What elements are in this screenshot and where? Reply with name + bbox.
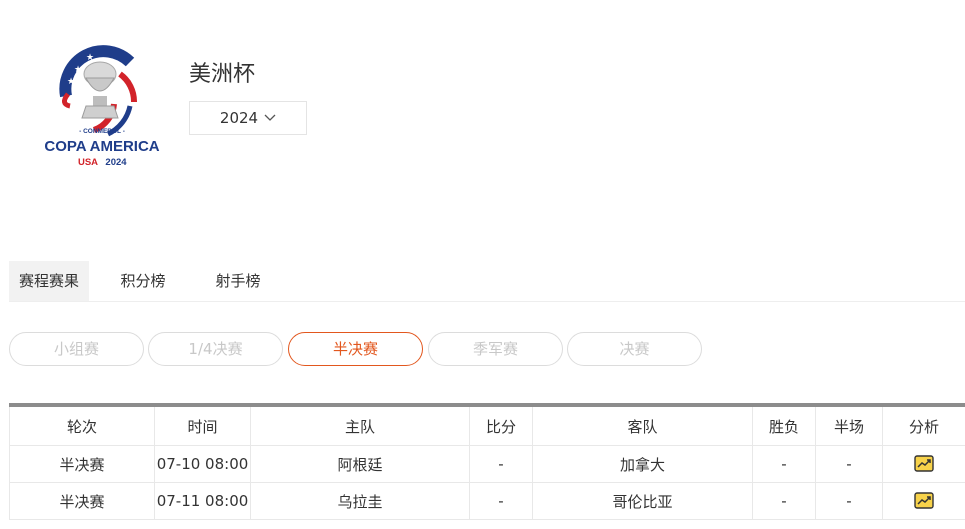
cell-home-team[interactable]: 阿根廷	[250, 445, 470, 483]
year-dropdown[interactable]: 2024	[189, 101, 307, 135]
stage-group[interactable]: 小组赛	[9, 332, 144, 366]
svg-text:★: ★	[86, 53, 94, 63]
stage-semifinal[interactable]: 半决赛	[288, 332, 423, 366]
trophy-logo-graphic: ★ ★ ★ - CONMEBOL - COPA AMERICA USA 2024	[44, 45, 160, 168]
table-row: 半决赛 07-11 08:00 乌拉圭 - 哥伦比亚 - -	[9, 482, 965, 520]
col-score: 比分	[469, 404, 533, 446]
cell-half: -	[815, 482, 883, 520]
stage-third-place[interactable]: 季军赛	[428, 332, 563, 366]
logo-year-text: 2024	[105, 157, 127, 168]
cell-round: 半决赛	[9, 445, 155, 483]
cell-score: -	[469, 445, 533, 483]
year-value: 2024	[219, 109, 259, 127]
col-half: 半场	[815, 404, 883, 446]
cell-analysis	[882, 445, 965, 483]
stage-quarterfinal[interactable]: 1/4决赛	[148, 332, 283, 366]
col-analysis: 分析	[882, 404, 965, 446]
cell-away-team[interactable]: 哥伦比亚	[532, 482, 753, 520]
col-round: 轮次	[9, 404, 155, 446]
cell-analysis	[882, 482, 965, 520]
table-header-row: 轮次 时间 主队 比分 客队 胜负 半场 分析	[9, 404, 965, 446]
table-row: 半决赛 07-10 08:00 阿根廷 - 加拿大 - -	[9, 445, 965, 483]
schedule-table: 轮次 时间 主队 比分 客队 胜负 半场 分析 半决赛 07-10 08:00 …	[9, 403, 965, 520]
svg-text:★: ★	[67, 77, 75, 87]
cell-result: -	[752, 482, 816, 520]
chart-icon[interactable]	[914, 455, 934, 473]
col-result: 胜负	[752, 404, 816, 446]
col-home: 主队	[250, 404, 470, 446]
logo-org-text: - CONMEBOL -	[79, 128, 125, 135]
cell-round: 半决赛	[9, 482, 155, 520]
logo-country-text: USA	[78, 157, 98, 168]
chevron-down-icon	[264, 114, 276, 121]
cell-score: -	[469, 482, 533, 520]
copa-america-logo: ★ ★ ★ - CONMEBOL - COPA AMERICA USA 2024	[38, 34, 166, 170]
tab-top-scorers[interactable]: 射手榜	[205, 261, 271, 301]
cell-half: -	[815, 445, 883, 483]
cell-time: 07-10 08:00	[154, 445, 251, 483]
tab-standings[interactable]: 积分榜	[109, 261, 177, 301]
svg-text:★: ★	[74, 65, 82, 75]
chart-icon[interactable]	[914, 492, 934, 510]
col-away: 客队	[532, 404, 753, 446]
logo-name-text: COPA AMERICA	[44, 138, 159, 155]
cell-away-team[interactable]: 加拿大	[532, 445, 753, 483]
main-tabs: 赛程赛果 积分榜 射手榜	[9, 261, 965, 302]
stage-final[interactable]: 决赛	[567, 332, 702, 366]
cell-time: 07-11 08:00	[154, 482, 251, 520]
tab-schedule-results[interactable]: 赛程赛果	[9, 261, 89, 301]
col-time: 时间	[154, 404, 251, 446]
cell-result: -	[752, 445, 816, 483]
page-title: 美洲杯	[189, 62, 256, 87]
cell-home-team[interactable]: 乌拉圭	[250, 482, 470, 520]
